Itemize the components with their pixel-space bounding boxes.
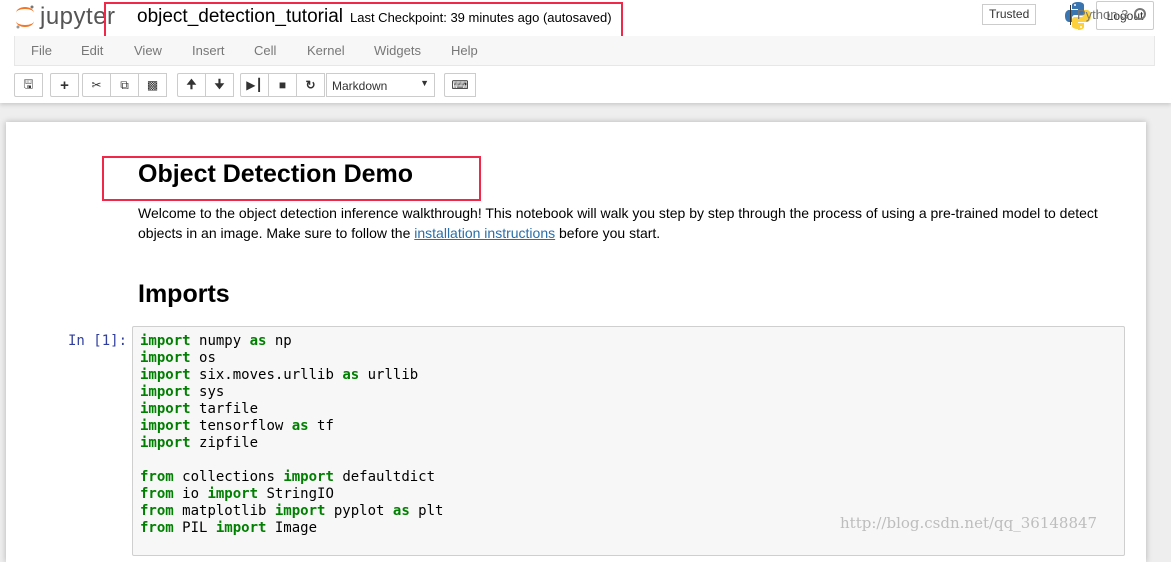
menu-widgets[interactable]: Widgets	[374, 43, 421, 58]
code-keyword: from	[140, 520, 183, 536]
code-line: import tarfile	[140, 401, 1117, 418]
code-text: tarfile	[199, 401, 259, 417]
code-keyword: import	[140, 384, 200, 400]
code-keyword: as	[291, 418, 309, 434]
cell-type-select[interactable]: Markdown ▼	[326, 73, 435, 97]
save-button[interactable]: 🖫	[14, 73, 43, 97]
arrow-up-icon: 🠉	[186, 76, 197, 91]
kernel-name: Python 3	[1070, 5, 1128, 25]
code-text: np	[266, 333, 292, 349]
copy-button[interactable]: ⧉	[110, 73, 139, 97]
menu-cell[interactable]: Cell	[254, 43, 276, 58]
code-line: import six.moves.urllib as urllib	[140, 367, 1117, 384]
code-text: collections	[182, 469, 284, 485]
code-line: import tensorflow as tf	[140, 418, 1117, 435]
code-text: Image	[266, 520, 318, 536]
code-line: import numpy as np	[140, 333, 1117, 350]
stop-icon: ■	[278, 78, 287, 92]
code-text: six.moves.urllib	[199, 367, 343, 383]
command-palette-button[interactable]: ⌨	[444, 73, 476, 97]
code-text: pyplot	[325, 503, 393, 519]
code-keyword: from	[140, 486, 183, 502]
cut-icon: ✂	[91, 78, 102, 92]
menu-view[interactable]: View	[134, 43, 162, 58]
code-keyword: import	[140, 401, 200, 417]
keyboard-icon: ⌨	[451, 78, 469, 92]
code-line: import sys	[140, 384, 1117, 401]
code-text: defaultdict	[333, 469, 436, 485]
move-up-button[interactable]: 🠉	[177, 73, 206, 97]
trusted-indicator[interactable]: Trusted	[982, 4, 1037, 25]
code-text: tf	[308, 418, 334, 434]
code-text: urllib	[359, 367, 419, 383]
intro-paragraph: Welcome to the object detection inferenc…	[138, 205, 1098, 241]
interrupt-button[interactable]: ■	[268, 73, 297, 97]
code-keyword: import	[207, 486, 259, 502]
code-keyword: import	[215, 520, 267, 536]
heading-imports: Imports	[138, 280, 230, 308]
header: jupyter object_detection_tutorial Last C…	[0, 0, 1171, 103]
code-keyword: import	[140, 418, 200, 434]
code-keyword: import	[274, 503, 326, 519]
paste-icon: ▩	[146, 78, 159, 92]
code-line: import os	[140, 350, 1117, 367]
code-keyword: from	[140, 503, 183, 519]
code-line: import zipfile	[140, 435, 1117, 452]
jupyter-logo[interactable]: jupyter	[14, 2, 116, 32]
restart-button[interactable]: ↻	[296, 73, 325, 97]
menu-help[interactable]: Help	[451, 43, 478, 58]
watermark: http://blog.csdn.net/qq_36148847	[840, 514, 1098, 532]
kernel-idle-icon	[1134, 8, 1146, 20]
code-text: sys	[199, 384, 225, 400]
code-text: StringIO	[258, 486, 334, 502]
menu-insert[interactable]: Insert	[192, 43, 225, 58]
insert-cell-button[interactable]: +	[50, 73, 79, 97]
plus-icon: +	[60, 76, 69, 94]
menu-bar: File Edit View Insert Cell Kernel Widget…	[14, 36, 1155, 66]
move-down-button[interactable]: 🠋	[205, 73, 234, 97]
highlight-box	[102, 156, 481, 201]
code-keyword: import	[140, 367, 200, 383]
code-keyword: import	[140, 435, 200, 451]
code-keyword: import	[283, 469, 334, 485]
code-line: from collections import defaultdict	[140, 469, 1117, 486]
run-button[interactable]: ▶┃	[240, 73, 269, 97]
code-keyword: as	[249, 333, 267, 349]
code-keyword: as	[392, 503, 410, 519]
code-keyword: import	[140, 350, 200, 366]
jupyter-logo-icon	[16, 5, 34, 29]
copy-icon: ⧉	[120, 77, 129, 92]
paste-button[interactable]: ▩	[138, 73, 167, 97]
code-text: numpy	[199, 333, 250, 349]
menu-file[interactable]: File	[31, 43, 52, 58]
installation-instructions-link[interactable]: installation instructions	[414, 225, 555, 241]
code-keyword: import	[140, 333, 200, 349]
cell-prompt: In [1]:	[68, 333, 128, 349]
menu-edit[interactable]: Edit	[81, 43, 103, 58]
code-text: PIL	[182, 520, 216, 536]
cut-button[interactable]: ✂	[82, 73, 111, 97]
code-text: plt	[409, 503, 444, 519]
code-keyword: from	[140, 469, 183, 485]
save-icon: 🖫	[23, 76, 34, 91]
menu-kernel[interactable]: Kernel	[307, 43, 345, 58]
dropdown-arrow-icon: ▼	[420, 78, 429, 88]
code-text: tensorflow	[199, 418, 292, 434]
step-forward-icon: ▶┃	[246, 78, 263, 92]
code-keyword: as	[342, 367, 360, 383]
code-text: zipfile	[199, 435, 259, 451]
refresh-icon: ↻	[305, 78, 316, 92]
code-text: matplotlib	[182, 503, 275, 519]
code-text: os	[199, 350, 216, 366]
code-line: from io import StringIO	[140, 486, 1117, 503]
arrow-down-icon: 🠋	[214, 76, 225, 91]
code-text: io	[182, 486, 208, 502]
